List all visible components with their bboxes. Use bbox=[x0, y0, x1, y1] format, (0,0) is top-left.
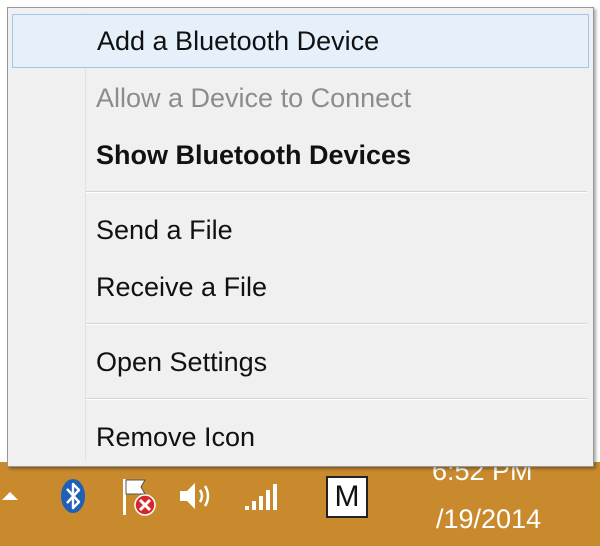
input-method-icon[interactable]: M bbox=[326, 476, 368, 518]
bluetooth-icon[interactable] bbox=[56, 474, 90, 518]
action-center-flag-icon[interactable] bbox=[114, 474, 160, 520]
show-hidden-icons-icon[interactable] bbox=[0, 482, 20, 508]
menu-item-label: Add a Bluetooth Device bbox=[97, 25, 380, 56]
menu-item-allow-device-to-connect: Allow a Device to Connect bbox=[12, 71, 589, 125]
menu-item-add-bluetooth-device[interactable]: Add a Bluetooth Device bbox=[12, 14, 589, 68]
clock-date: /19/2014 bbox=[436, 504, 542, 534]
menu-item-label: Receive a File bbox=[96, 271, 268, 302]
menu-item-receive-a-file[interactable]: Receive a File bbox=[12, 260, 589, 314]
tray-clock[interactable]: 6:52 PM /19/2014 bbox=[432, 462, 600, 546]
menu-item-label: Show Bluetooth Devices bbox=[96, 139, 412, 170]
bluetooth-context-menu: Add a Bluetooth Device Allow a Device to… bbox=[7, 7, 594, 467]
menu-separator bbox=[86, 398, 587, 400]
input-method-letter: M bbox=[334, 480, 360, 513]
menu-item-label: Open Settings bbox=[96, 346, 268, 377]
volume-icon[interactable] bbox=[176, 478, 218, 514]
menu-separator bbox=[86, 323, 587, 325]
menu-item-open-settings[interactable]: Open Settings bbox=[12, 335, 589, 389]
network-signal-icon[interactable] bbox=[240, 478, 284, 514]
menu-item-label: Remove Icon bbox=[96, 421, 256, 452]
menu-item-remove-icon[interactable]: Remove Icon bbox=[12, 410, 589, 464]
menu-separator bbox=[86, 191, 587, 193]
menu-item-label: Send a File bbox=[96, 214, 233, 245]
menu-item-send-a-file[interactable]: Send a File bbox=[12, 203, 589, 257]
menu-item-label: Allow a Device to Connect bbox=[96, 82, 412, 113]
menu-item-show-bluetooth-devices[interactable]: Show Bluetooth Devices bbox=[12, 128, 589, 182]
